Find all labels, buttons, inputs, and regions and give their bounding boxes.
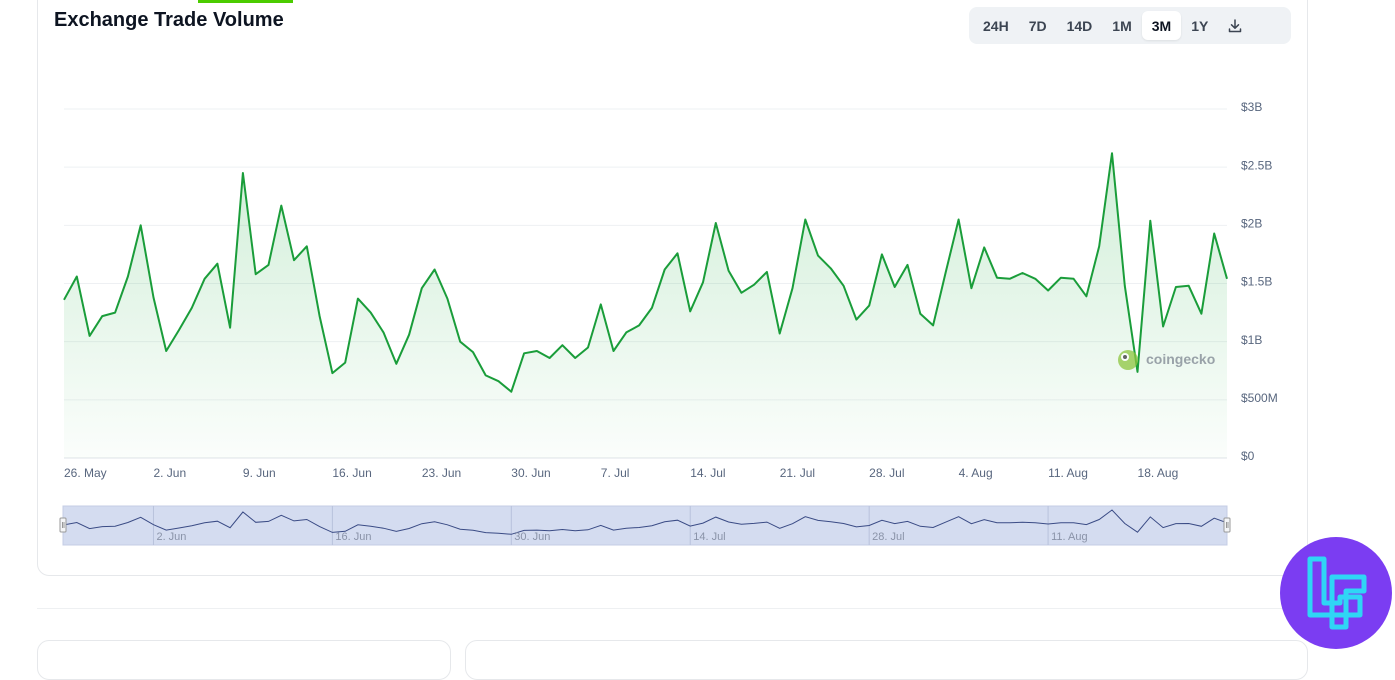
y-axis: $0 $500M $1B $1.5B $2B $2.5B $3B: [1241, 100, 1278, 463]
gecko-logo-icon: [1118, 350, 1138, 370]
x-tick-label: 14. Jul: [690, 466, 725, 480]
navigator-left-handle[interactable]: [60, 518, 66, 532]
volume-chart: $0 $500M $1B $1.5B $2B $2.5B $3B 26. May 2. Jun…: [0, 0, 1395, 655]
bottom-right-card: [465, 640, 1308, 680]
x-tick-label: 16. Jun: [332, 466, 371, 480]
x-tick-label: 26. May: [64, 466, 107, 480]
y-tick-label: $2B: [1241, 217, 1262, 231]
y-tick-label: $2.5B: [1241, 158, 1272, 172]
volume-area-fill: [64, 153, 1227, 458]
navigator-tick-label: 14. Jul: [693, 531, 725, 543]
x-tick-label: 9. Jun: [243, 466, 276, 480]
navigator-tick-label: 2. Jun: [156, 531, 186, 543]
y-tick-label: $3B: [1241, 100, 1262, 114]
navigator-tick-label: 16. Jun: [335, 531, 371, 543]
x-tick-label: 23. Jun: [422, 466, 461, 480]
range-navigator[interactable]: 2. Jun 16. Jun 30. Jun 14. Jul 28. Jul 11. Au…: [60, 506, 1230, 545]
y-tick-label: $1.5B: [1241, 275, 1272, 289]
bottom-left-card: [37, 640, 451, 680]
x-tick-label: 28. Jul: [869, 466, 904, 480]
navigator-right-handle[interactable]: [1224, 518, 1230, 532]
x-tick-label: 2. Jun: [153, 466, 186, 480]
x-tick-label: 4. Aug: [959, 466, 993, 480]
y-tick-label: $0: [1241, 449, 1255, 463]
navigator-tick-label: 11. Aug: [1051, 531, 1088, 543]
x-axis: 26. May 2. Jun 9. Jun 16. Jun 23. Jun 30. Jun…: [64, 466, 1178, 480]
x-tick-label: 21. Jul: [780, 466, 815, 480]
navigator-tick-label: 28. Jul: [872, 531, 904, 543]
navigator-tick-label: 30. Jun: [514, 531, 550, 543]
brand-logo-icon: [1280, 537, 1392, 649]
x-tick-label: 11. Aug: [1048, 466, 1088, 480]
y-tick-label: $500M: [1241, 391, 1278, 405]
brand-logo-badge: [1280, 537, 1392, 649]
x-tick-label: 18. Aug: [1138, 466, 1179, 480]
section-divider: [37, 608, 1308, 609]
watermark-text: coingecko: [1146, 351, 1215, 367]
y-tick-label: $1B: [1241, 333, 1262, 347]
x-tick-label: 30. Jun: [511, 466, 550, 480]
x-tick-label: 7. Jul: [601, 466, 630, 480]
